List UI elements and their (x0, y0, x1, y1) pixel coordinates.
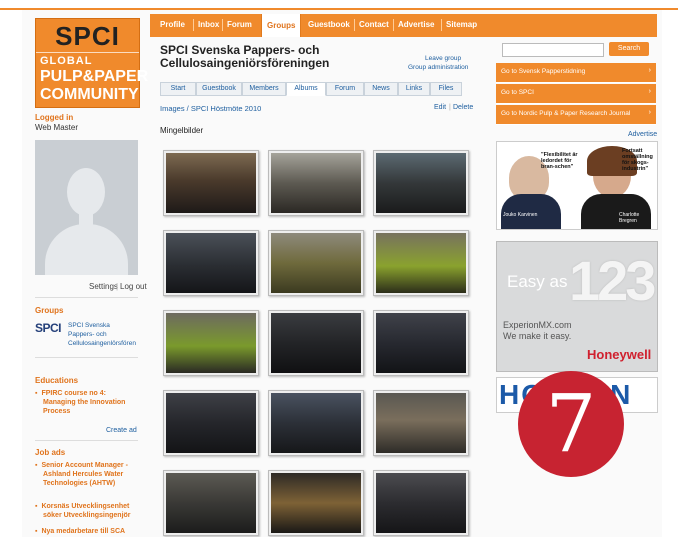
nav-profile[interactable]: Profile (160, 20, 185, 29)
job-ad-item[interactable]: Korsnäs Utvecklingsenhet söker Utvecklin… (35, 502, 135, 520)
ad1-name-right: Charlotte Bregren (619, 212, 640, 224)
nav-forum[interactable]: Forum (227, 20, 252, 29)
job-ad-item[interactable]: Senior Account Manager - Ashland Hercule… (35, 461, 135, 488)
educations-label: Educations (35, 376, 79, 385)
honeywell-logo: Honeywell (587, 347, 652, 362)
album-photo[interactable] (268, 310, 364, 376)
chevron-right-icon: › (648, 88, 651, 95)
ad-banner-honeywell[interactable]: Easy as 123 ExperionMX.com We make it ea… (496, 241, 658, 372)
main-nav: Profile Inbox Forum Groups Guestbook Con… (150, 14, 657, 37)
album-photo[interactable] (163, 150, 259, 216)
tab-links[interactable]: Links (398, 82, 430, 96)
logo-community-text: COMMUNITY (40, 86, 139, 103)
tab-forum[interactable]: Forum (326, 82, 364, 96)
album-photo[interactable] (373, 230, 469, 296)
job-ad-item[interactable]: Nya medarbetare till SCA (35, 527, 135, 536)
nav-inbox[interactable]: Inbox (198, 20, 219, 29)
link-svensk-papperstidning[interactable]: Go to Svensk Papperstidning › (496, 63, 656, 83)
logged-in-label: Logged in (35, 113, 74, 122)
album-photo[interactable] (163, 390, 259, 456)
logout-link[interactable]: Log out (120, 282, 147, 291)
tab-news[interactable]: News (364, 82, 398, 96)
settings-link[interactable]: Settings (89, 282, 118, 291)
album-photo[interactable] (373, 310, 469, 376)
nav-contact[interactable]: Contact (359, 20, 389, 29)
search-input[interactable] (502, 43, 604, 57)
album-photo[interactable] (268, 150, 364, 216)
job-ads-label: Job ads (35, 448, 66, 457)
ad1-quote-left: "Flexibilitet är ledordet för bran-schen… (541, 152, 578, 170)
album-photo[interactable] (163, 310, 259, 376)
create-ad-link[interactable]: Create ad (106, 427, 137, 434)
album-photo[interactable] (163, 230, 259, 296)
chevron-right-icon: › (648, 67, 651, 74)
tab-files[interactable]: Files (430, 82, 462, 96)
ad2-easy-text: Easy as (507, 272, 568, 291)
ad-banner-people[interactable]: "Flexibilitet är ledordet för bran-schen… (496, 141, 658, 230)
link-nordic-pulp-journal[interactable]: Go to Nordic Pulp & Paper Research Journ… (496, 105, 656, 125)
album-photo[interactable] (163, 470, 259, 536)
nav-sitemap[interactable]: Sitemap (446, 20, 477, 29)
logo-global-text: GLOBAL (40, 55, 93, 67)
groups-label: Groups (35, 306, 64, 315)
ad2-numbers: 123 (569, 249, 656, 312)
ad1-name-left: Jouko Karvinen (503, 212, 538, 218)
education-item[interactable]: FPIRC course no 4: Managing the Innovati… (35, 389, 135, 416)
page-number-badge: 7 (518, 371, 624, 477)
ad2-url: ExperionMX.com (503, 320, 572, 330)
breadcrumb[interactable]: Images / SPCI Höstmöte 2010 (160, 104, 261, 113)
ad1-quote-right: Fortsatt omställning för skogs-industrin… (622, 148, 653, 172)
group-logo[interactable]: SPCI (35, 321, 65, 339)
album-photo[interactable] (268, 470, 364, 536)
avatar (35, 140, 138, 275)
advertise-link[interactable]: Advertise (628, 131, 657, 138)
album-photo[interactable] (268, 390, 364, 456)
nav-advertise[interactable]: Advertise (398, 20, 434, 29)
album-photo[interactable] (373, 390, 469, 456)
nav-groups[interactable]: Groups (261, 14, 302, 37)
group-link-line2[interactable]: Pappers- och (68, 331, 107, 338)
tab-start[interactable]: Start (160, 82, 196, 96)
link-spci[interactable]: Go to SPCI › (496, 84, 656, 104)
album-photo[interactable] (373, 150, 469, 216)
album-photo[interactable] (268, 230, 364, 296)
spci-logo[interactable]: SPCI GLOBAL PULP&PAPER COMMUNITY (35, 18, 148, 108)
logo-pulp-text: PULP&PAPER (40, 68, 149, 85)
album-photo[interactable] (373, 470, 469, 536)
tab-members[interactable]: Members (242, 82, 286, 96)
leave-group-link[interactable]: Leave group (425, 55, 461, 62)
edit-link[interactable]: Edit (434, 104, 446, 111)
tab-albums[interactable]: Albums (286, 82, 326, 96)
search-button[interactable]: Search (609, 42, 649, 56)
group-admin-link[interactable]: Group administration (408, 64, 468, 71)
logo-spci-text: SPCI (55, 21, 120, 51)
album-title: Mingelbilder (160, 126, 204, 135)
nav-guestbook[interactable]: Guestbook (308, 20, 350, 29)
user-name: Web Master (35, 123, 78, 132)
delete-link[interactable]: Delete (453, 104, 473, 111)
group-link-line1[interactable]: SPCI Svenska (68, 322, 110, 329)
ad2-tagline: We make it easy. (503, 331, 572, 341)
group-link-line3[interactable]: Cellulosaingenlörsfören (68, 340, 136, 347)
chevron-right-icon: › (648, 109, 651, 116)
group-title: SPCI Svenska Pappers- och Cellulosaingen… (160, 43, 330, 70)
tab-guestbook[interactable]: Guestbook (196, 82, 242, 96)
